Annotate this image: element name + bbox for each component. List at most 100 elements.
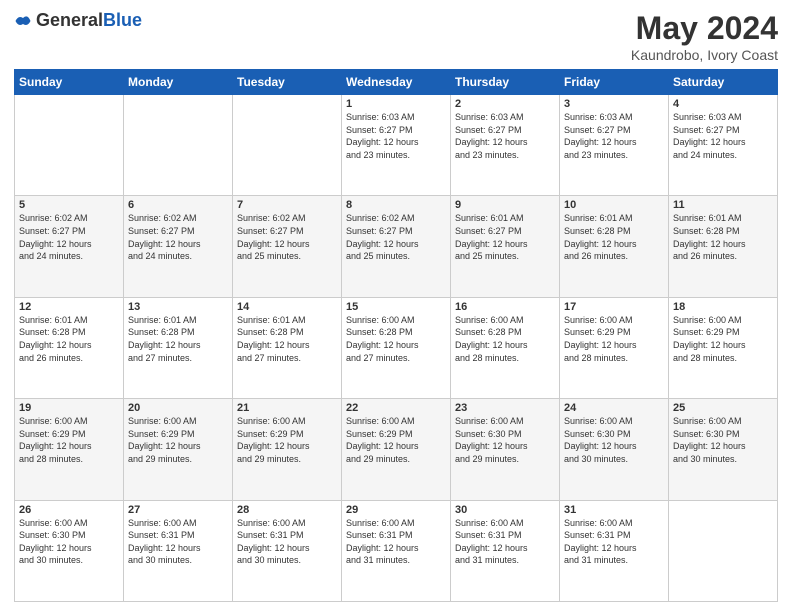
table-row: 15Sunrise: 6:00 AM Sunset: 6:28 PM Dayli… bbox=[342, 297, 451, 398]
day-number: 10 bbox=[564, 199, 664, 211]
day-number: 25 bbox=[673, 402, 773, 414]
day-number: 14 bbox=[237, 301, 337, 313]
day-number: 13 bbox=[128, 301, 228, 313]
day-info: Sunrise: 6:00 AM Sunset: 6:31 PM Dayligh… bbox=[455, 517, 555, 567]
logo-blue: Blue bbox=[103, 10, 142, 30]
day-number: 4 bbox=[673, 98, 773, 110]
day-info: Sunrise: 6:00 AM Sunset: 6:30 PM Dayligh… bbox=[564, 415, 664, 465]
col-tuesday: Tuesday bbox=[233, 70, 342, 95]
day-info: Sunrise: 6:03 AM Sunset: 6:27 PM Dayligh… bbox=[455, 111, 555, 161]
day-info: Sunrise: 6:00 AM Sunset: 6:31 PM Dayligh… bbox=[237, 517, 337, 567]
day-info: Sunrise: 6:00 AM Sunset: 6:29 PM Dayligh… bbox=[346, 415, 446, 465]
day-number: 24 bbox=[564, 402, 664, 414]
table-row: 10Sunrise: 6:01 AM Sunset: 6:28 PM Dayli… bbox=[560, 196, 669, 297]
day-info: Sunrise: 6:01 AM Sunset: 6:28 PM Dayligh… bbox=[19, 314, 119, 364]
table-row: 21Sunrise: 6:00 AM Sunset: 6:29 PM Dayli… bbox=[233, 399, 342, 500]
day-number: 11 bbox=[673, 199, 773, 211]
table-row: 7Sunrise: 6:02 AM Sunset: 6:27 PM Daylig… bbox=[233, 196, 342, 297]
day-info: Sunrise: 6:03 AM Sunset: 6:27 PM Dayligh… bbox=[564, 111, 664, 161]
table-row: 23Sunrise: 6:00 AM Sunset: 6:30 PM Dayli… bbox=[451, 399, 560, 500]
day-info: Sunrise: 6:00 AM Sunset: 6:29 PM Dayligh… bbox=[564, 314, 664, 364]
table-row: 5Sunrise: 6:02 AM Sunset: 6:27 PM Daylig… bbox=[15, 196, 124, 297]
calendar-table: Sunday Monday Tuesday Wednesday Thursday… bbox=[14, 69, 778, 602]
day-info: Sunrise: 6:00 AM Sunset: 6:28 PM Dayligh… bbox=[346, 314, 446, 364]
table-row: 28Sunrise: 6:00 AM Sunset: 6:31 PM Dayli… bbox=[233, 500, 342, 601]
table-row bbox=[233, 95, 342, 196]
col-wednesday: Wednesday bbox=[342, 70, 451, 95]
table-row: 2Sunrise: 6:03 AM Sunset: 6:27 PM Daylig… bbox=[451, 95, 560, 196]
table-row: 12Sunrise: 6:01 AM Sunset: 6:28 PM Dayli… bbox=[15, 297, 124, 398]
day-info: Sunrise: 6:02 AM Sunset: 6:27 PM Dayligh… bbox=[346, 212, 446, 262]
day-info: Sunrise: 6:00 AM Sunset: 6:30 PM Dayligh… bbox=[19, 517, 119, 567]
day-info: Sunrise: 6:01 AM Sunset: 6:28 PM Dayligh… bbox=[128, 314, 228, 364]
day-info: Sunrise: 6:00 AM Sunset: 6:29 PM Dayligh… bbox=[237, 415, 337, 465]
day-info: Sunrise: 6:00 AM Sunset: 6:31 PM Dayligh… bbox=[128, 517, 228, 567]
table-row: 31Sunrise: 6:00 AM Sunset: 6:31 PM Dayli… bbox=[560, 500, 669, 601]
day-number: 8 bbox=[346, 199, 446, 211]
day-info: Sunrise: 6:01 AM Sunset: 6:28 PM Dayligh… bbox=[237, 314, 337, 364]
calendar-week-5: 26Sunrise: 6:00 AM Sunset: 6:30 PM Dayli… bbox=[15, 500, 778, 601]
table-row: 6Sunrise: 6:02 AM Sunset: 6:27 PM Daylig… bbox=[124, 196, 233, 297]
table-row bbox=[15, 95, 124, 196]
table-row bbox=[124, 95, 233, 196]
table-row: 13Sunrise: 6:01 AM Sunset: 6:28 PM Dayli… bbox=[124, 297, 233, 398]
day-number: 3 bbox=[564, 98, 664, 110]
day-info: Sunrise: 6:00 AM Sunset: 6:30 PM Dayligh… bbox=[455, 415, 555, 465]
day-number: 19 bbox=[19, 402, 119, 414]
col-saturday: Saturday bbox=[669, 70, 778, 95]
title-location: Kaundrobo, Ivory Coast bbox=[631, 47, 778, 63]
day-number: 20 bbox=[128, 402, 228, 414]
day-info: Sunrise: 6:00 AM Sunset: 6:30 PM Dayligh… bbox=[673, 415, 773, 465]
table-row: 30Sunrise: 6:00 AM Sunset: 6:31 PM Dayli… bbox=[451, 500, 560, 601]
table-row: 20Sunrise: 6:00 AM Sunset: 6:29 PM Dayli… bbox=[124, 399, 233, 500]
table-row: 22Sunrise: 6:00 AM Sunset: 6:29 PM Dayli… bbox=[342, 399, 451, 500]
day-number: 31 bbox=[564, 504, 664, 516]
table-row: 19Sunrise: 6:00 AM Sunset: 6:29 PM Dayli… bbox=[15, 399, 124, 500]
calendar-week-4: 19 Sunrise: 6:00 AM Sunset: 6:29 PM Dayli… bbox=[15, 399, 778, 500]
col-friday: Friday bbox=[560, 70, 669, 95]
col-sunday: Sunday bbox=[15, 70, 124, 95]
table-row: 16Sunrise: 6:00 AM Sunset: 6:28 PM Dayli… bbox=[451, 297, 560, 398]
logo-icon bbox=[14, 12, 32, 30]
day-info: Sunrise: 6:03 AM Sunset: 6:27 PM Dayligh… bbox=[346, 111, 446, 161]
day-info: Sunrise: 6:01 AM Sunset: 6:28 PM Dayligh… bbox=[673, 212, 773, 262]
table-row: 27Sunrise: 6:00 AM Sunset: 6:31 PM Dayli… bbox=[124, 500, 233, 601]
day-number: 22 bbox=[346, 402, 446, 414]
calendar-week-1: 1Sunrise: 6:03 AM Sunset: 6:27 PM Daylig… bbox=[15, 95, 778, 196]
day-info: Sunrise: 6:02 AM Sunset: 6:27 PM Dayligh… bbox=[237, 212, 337, 262]
day-info: Sunrise: 6:02 AM Sunset: 6:27 PM Dayligh… bbox=[128, 212, 228, 262]
logo: GeneralBlue bbox=[14, 10, 142, 31]
day-number: 5 bbox=[19, 199, 119, 211]
table-row: 9Sunrise: 6:01 AM Sunset: 6:27 PM Daylig… bbox=[451, 196, 560, 297]
day-info: Sunrise: 6:03 AM Sunset: 6:27 PM Dayligh… bbox=[673, 111, 773, 161]
table-row: 18Sunrise: 6:00 AM Sunset: 6:29 PM Dayli… bbox=[669, 297, 778, 398]
calendar-header-row: Sunday Monday Tuesday Wednesday Thursday… bbox=[15, 70, 778, 95]
day-number: 7 bbox=[237, 199, 337, 211]
logo-general: General bbox=[36, 10, 103, 30]
day-info: Sunrise: 6:00 AM Sunset: 6:31 PM Dayligh… bbox=[346, 517, 446, 567]
table-row: 17Sunrise: 6:00 AM Sunset: 6:29 PM Dayli… bbox=[560, 297, 669, 398]
calendar-week-3: 12Sunrise: 6:01 AM Sunset: 6:28 PM Dayli… bbox=[15, 297, 778, 398]
day-number: 21 bbox=[237, 402, 337, 414]
table-row: 4Sunrise: 6:03 AM Sunset: 6:27 PM Daylig… bbox=[669, 95, 778, 196]
day-number: 12 bbox=[19, 301, 119, 313]
day-number: 1 bbox=[346, 98, 446, 110]
day-number: 17 bbox=[564, 301, 664, 313]
day-number: 29 bbox=[346, 504, 446, 516]
table-row: 25Sunrise: 6:00 AM Sunset: 6:30 PM Dayli… bbox=[669, 399, 778, 500]
day-info: Sunrise: 6:01 AM Sunset: 6:27 PM Dayligh… bbox=[455, 212, 555, 262]
day-number: 2 bbox=[455, 98, 555, 110]
page: GeneralBlue May 2024 Kaundrobo, Ivory Co… bbox=[0, 0, 792, 612]
table-row: 14Sunrise: 6:01 AM Sunset: 6:28 PM Dayli… bbox=[233, 297, 342, 398]
col-thursday: Thursday bbox=[451, 70, 560, 95]
table-row bbox=[669, 500, 778, 601]
day-info: Sunrise: 6:02 AM Sunset: 6:27 PM Dayligh… bbox=[19, 212, 119, 262]
day-number: 27 bbox=[128, 504, 228, 516]
day-number: 30 bbox=[455, 504, 555, 516]
table-row: 1Sunrise: 6:03 AM Sunset: 6:27 PM Daylig… bbox=[342, 95, 451, 196]
table-row: 3Sunrise: 6:03 AM Sunset: 6:27 PM Daylig… bbox=[560, 95, 669, 196]
day-info: Sunrise: 6:01 AM Sunset: 6:28 PM Dayligh… bbox=[564, 212, 664, 262]
title-month: May 2024 bbox=[631, 10, 778, 47]
day-number: 15 bbox=[346, 301, 446, 313]
day-info: Sunrise: 6:00 AM Sunset: 6:28 PM Dayligh… bbox=[455, 314, 555, 364]
